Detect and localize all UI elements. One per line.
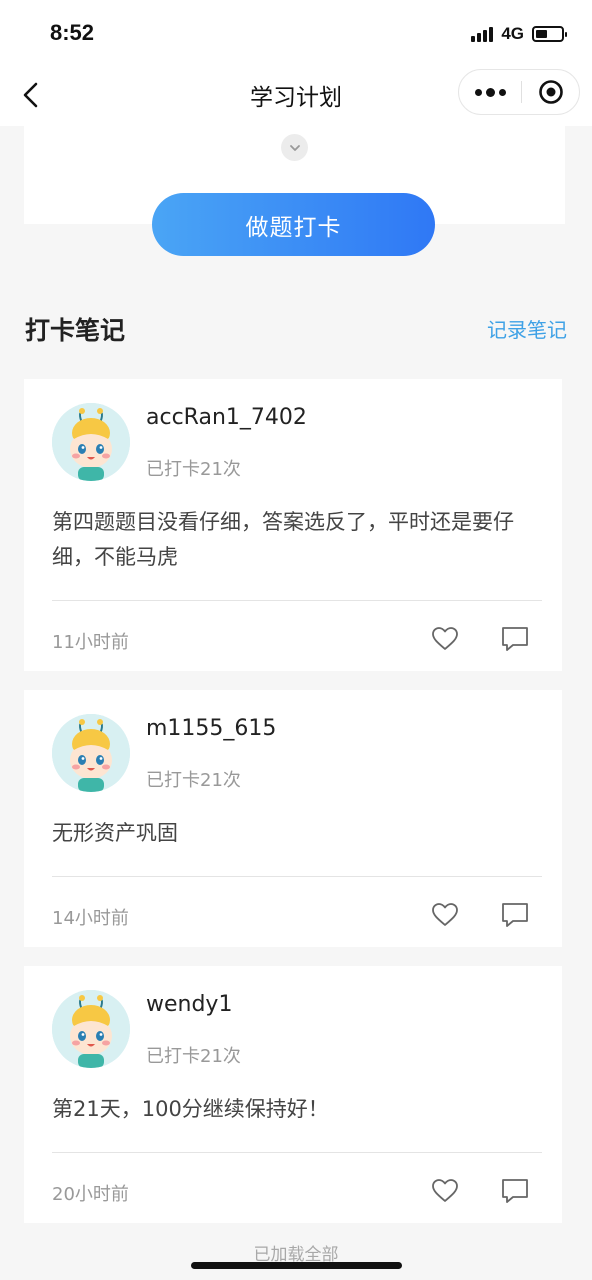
checkin-count: 已打卡21次 <box>146 770 241 791</box>
comment-icon <box>502 1179 528 1203</box>
avatar[interactable] <box>52 714 130 792</box>
note-time: 20小时前 <box>52 1184 129 1205</box>
username[interactable]: m1155_615 <box>146 716 276 741</box>
bee-mascot-icon <box>52 990 130 1068</box>
bee-mascot-icon <box>52 714 130 792</box>
username[interactable]: wendy1 <box>146 992 232 1017</box>
note-content: 第21天，100分继续保持好！ <box>52 1097 329 1121</box>
like-button[interactable] <box>430 624 460 654</box>
avatar[interactable] <box>52 403 130 481</box>
note-card: accRan1_7402 已打卡21次 第四题题目没看仔细，答案选反了，平时还是… <box>24 379 562 671</box>
bee-mascot-icon <box>52 403 130 481</box>
expand-button[interactable] <box>281 134 308 161</box>
card-divider <box>52 600 542 601</box>
checkin-button[interactable]: 做题打卡 <box>152 193 435 256</box>
note-content: 无形资产巩固 <box>52 821 178 845</box>
note-time: 11小时前 <box>52 632 129 653</box>
checkin-count: 已打卡21次 <box>146 459 241 480</box>
status-indicators: 4G <box>471 24 567 44</box>
battery-icon <box>532 26 567 42</box>
mini-program-capsule <box>458 69 580 115</box>
note-card: wendy1 已打卡21次 第21天，100分继续保持好！ 20小时前 <box>24 966 562 1223</box>
card-divider <box>52 1152 542 1153</box>
status-time: 8:52 <box>50 20 95 45</box>
heart-outline-icon <box>432 903 458 926</box>
heart-outline-icon <box>432 1179 458 1202</box>
network-type: 4G <box>501 24 524 43</box>
comment-button[interactable] <box>500 1176 530 1206</box>
more-dots-icon <box>474 88 482 96</box>
like-button[interactable] <box>430 900 460 930</box>
comment-button[interactable] <box>500 900 530 930</box>
section-title: 打卡笔记 <box>25 316 126 345</box>
comment-icon <box>502 627 528 651</box>
signal-icon <box>471 26 494 42</box>
target-close-icon <box>539 80 563 104</box>
close-mini-program-button[interactable] <box>522 70 580 114</box>
avatar[interactable] <box>52 990 130 1068</box>
note-card: m1155_615 已打卡21次 无形资产巩固 14小时前 <box>24 690 562 947</box>
username[interactable]: accRan1_7402 <box>146 405 307 430</box>
card-divider <box>52 876 542 877</box>
home-indicator[interactable] <box>191 1262 402 1269</box>
nav-bar: 学习计划 <box>0 66 592 126</box>
heart-outline-icon <box>432 627 458 650</box>
record-note-link[interactable]: 记录笔记 <box>487 314 567 343</box>
note-time: 14小时前 <box>52 908 129 929</box>
comment-icon <box>502 903 528 927</box>
comment-button[interactable] <box>500 624 530 654</box>
like-button[interactable] <box>430 1176 460 1206</box>
checkin-count: 已打卡21次 <box>146 1046 241 1067</box>
note-content: 第四题题目没看仔细，答案选反了，平时还是要仔细，不能马虎 <box>52 510 514 569</box>
more-button[interactable] <box>459 70 521 114</box>
status-bar: 8:52 4G <box>0 0 592 66</box>
chevron-down-icon <box>289 144 300 151</box>
